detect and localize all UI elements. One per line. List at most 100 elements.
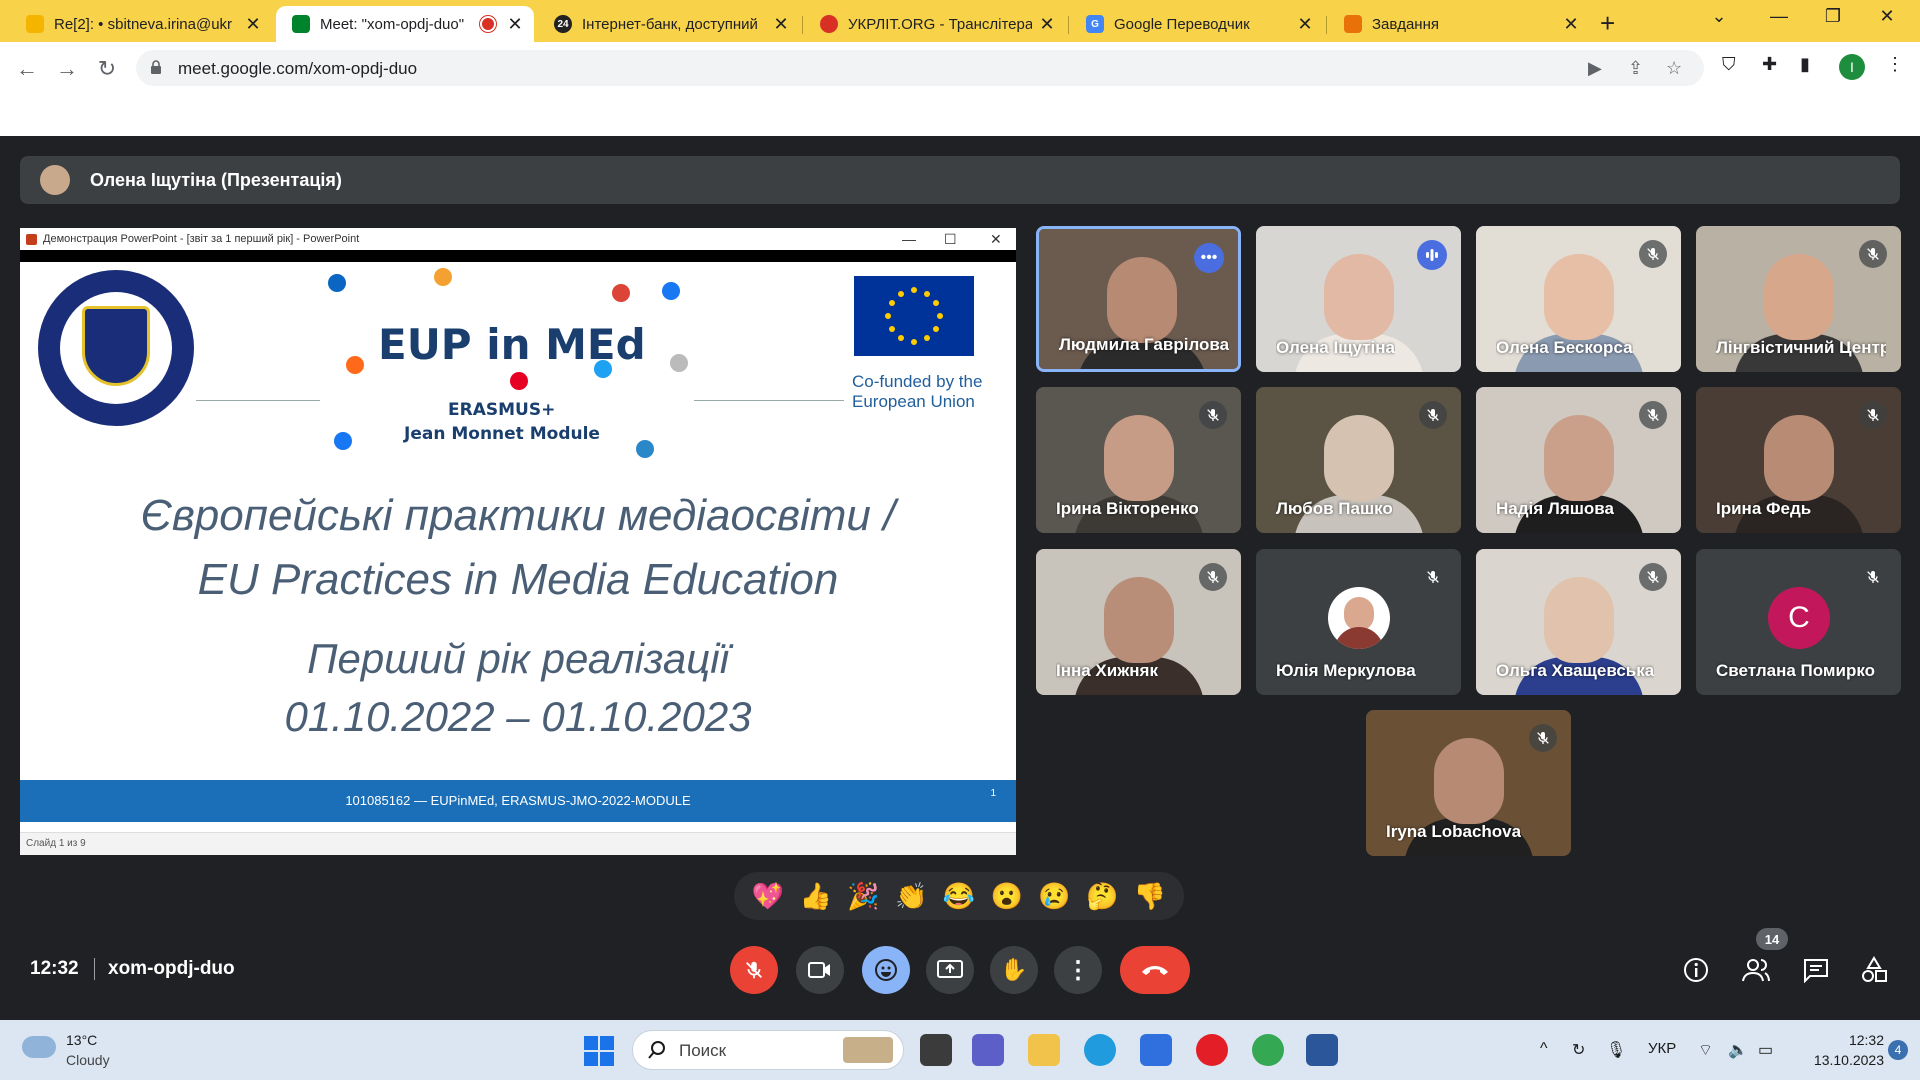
powerpoint-statusbar: Слайд 1 из 9 — [20, 832, 1016, 855]
reaction-surprised[interactable]: 😮 — [991, 881, 1023, 912]
raise-hand-button[interactable]: ✋ — [990, 946, 1038, 994]
reaction-thinking[interactable]: 🤔 — [1086, 881, 1118, 912]
wifi-icon[interactable]: ⌔ — [1698, 1040, 1713, 1060]
minimize-icon[interactable]: — — [1764, 6, 1794, 27]
opera-icon[interactable] — [1196, 1034, 1228, 1066]
reload-icon[interactable]: ↻ — [94, 56, 120, 82]
close-icon[interactable]: ✕ — [1562, 14, 1580, 35]
maximize-icon[interactable]: ❐ — [1818, 6, 1848, 27]
keyboard-language[interactable]: УКР — [1648, 1040, 1676, 1057]
windows-start-icon[interactable] — [584, 1036, 614, 1066]
reaction-thumbs-down[interactable]: 👎 — [1134, 881, 1166, 912]
tab-bank[interactable]: 24 Інтернет-банк, доступний ✕ — [538, 6, 800, 42]
chrome-icon[interactable] — [1252, 1034, 1284, 1066]
participant-tile[interactable]: Олена Іщутіна — [1256, 226, 1461, 372]
participant-tile[interactable]: C Светлана Помирко — [1696, 549, 1901, 695]
people-button[interactable] — [1740, 954, 1772, 986]
reaction-sad[interactable]: 😢 — [1038, 881, 1070, 912]
back-arrow-icon[interactable]: ← — [14, 56, 40, 82]
notification-count-badge[interactable]: 4 — [1888, 1040, 1908, 1060]
participant-tile[interactable]: Ольга Хващевська — [1476, 549, 1681, 695]
reactions-button[interactable] — [862, 946, 910, 994]
tab-tasks[interactable]: Завдання ✕ — [1328, 6, 1590, 42]
battery-icon[interactable]: ▭ — [1758, 1040, 1773, 1060]
cofunded-line-2: European Union — [852, 392, 975, 411]
participant-tile[interactable]: Юлія Меркулова — [1256, 549, 1461, 695]
search-highlight-image — [843, 1037, 893, 1063]
reaction-thumbs-up[interactable]: 👍 — [799, 881, 831, 912]
participant-name: Надія Ляшова — [1496, 499, 1614, 518]
chat-button[interactable] — [1800, 954, 1832, 986]
microphone-tray-icon[interactable]: 🎙 — [1606, 1040, 1626, 1060]
profile-avatar[interactable]: I — [1839, 54, 1865, 80]
apple-icon — [670, 354, 688, 372]
close-window-icon[interactable]: ✕ — [1872, 6, 1902, 27]
taskbar-date[interactable]: 13.10.2023 — [1796, 1052, 1884, 1068]
extensions-puzzle-icon[interactable]: ✚ — [1762, 54, 1777, 75]
tab-meet[interactable]: Meet: "xom-opdj-duo" ✕ — [276, 6, 534, 42]
mic-off-icon — [1199, 563, 1227, 591]
tab-ukrlit[interactable]: УКРЛІТ.ORG - Транслітера ✕ — [804, 6, 1066, 42]
camera-button[interactable] — [796, 946, 844, 994]
forward-arrow-icon[interactable]: → — [54, 56, 80, 82]
store-icon[interactable] — [1140, 1034, 1172, 1066]
participant-tile[interactable]: Інна Хижняк — [1036, 549, 1241, 695]
more-options-icon[interactable]: ••• — [1194, 243, 1224, 273]
show-hidden-icons-chevron-icon[interactable]: ^ — [1540, 1040, 1548, 1058]
participant-avatar: C — [1768, 587, 1830, 649]
pinterest-icon — [510, 372, 528, 390]
participant-tile[interactable]: Ірина Вікторенко — [1036, 387, 1241, 533]
close-icon[interactable]: ✕ — [244, 14, 262, 35]
shield-extension-icon[interactable]: ⛉ — [1722, 54, 1736, 75]
task-view-icon[interactable] — [920, 1034, 952, 1066]
participant-tile[interactable]: Людмила Гаврілова ••• — [1036, 226, 1241, 372]
taskbar-time[interactable]: 12:32 — [1830, 1032, 1884, 1048]
reaction-clap[interactable]: 👏 — [895, 881, 927, 912]
camera-icon[interactable]: ▶ — [1588, 58, 1602, 79]
file-explorer-icon[interactable] — [1028, 1034, 1060, 1066]
browser-menu-icon[interactable]: ⋮ — [1886, 54, 1904, 75]
volume-icon[interactable]: 🔈 — [1728, 1040, 1748, 1060]
share-icon[interactable]: ⇪ — [1628, 58, 1643, 79]
activities-button[interactable] — [1858, 954, 1890, 986]
new-tab-plus-icon[interactable]: + — [1600, 8, 1615, 39]
side-panel-icon[interactable]: ▮ — [1800, 54, 1810, 75]
participant-tile[interactable]: Олена Бескорса — [1476, 226, 1681, 372]
close-icon[interactable]: ✕ — [1296, 14, 1314, 35]
cloudy-weather-icon — [22, 1036, 56, 1058]
tab-translate[interactable]: G Google Переводчик ✕ — [1070, 6, 1324, 42]
mic-off-icon — [1859, 240, 1887, 268]
tab-title: УКРЛІТ.ORG - Транслітера — [848, 15, 1032, 33]
lock-icon — [151, 60, 161, 74]
close-icon[interactable]: ✕ — [772, 14, 790, 35]
reaction-party[interactable]: 🎉 — [847, 881, 879, 912]
tab-search-chevron-icon[interactable]: ⌄ — [1704, 6, 1734, 27]
close-icon[interactable]: ✕ — [506, 14, 524, 35]
participant-tile[interactable]: Надія Ляшова — [1476, 387, 1681, 533]
teams-chat-icon[interactable] — [972, 1034, 1004, 1066]
microphone-off-button[interactable] — [730, 946, 778, 994]
recording-icon — [480, 16, 496, 32]
close-icon[interactable]: ✕ — [1038, 14, 1056, 35]
leave-call-button[interactable] — [1120, 946, 1190, 994]
participant-tile[interactable]: Лінгвістичний Центр — [1696, 226, 1901, 372]
present-screen-button[interactable] — [926, 946, 974, 994]
meeting-clock: 12:32 — [30, 958, 79, 979]
reaction-laugh[interactable]: 😂 — [943, 881, 975, 912]
tab-mail[interactable]: Re[2]: • sbitneva.irina@ukr ✕ — [10, 6, 272, 42]
reaction-heart[interactable]: 💖 — [752, 881, 784, 912]
meeting-details-button[interactable] — [1680, 954, 1712, 986]
bookmark-star-icon[interactable]: ☆ — [1666, 58, 1682, 79]
logo-erasmus: ERASMUS+ — [448, 400, 556, 420]
participant-tile[interactable]: Iryna Lobachova — [1366, 710, 1571, 856]
word-icon[interactable] — [1306, 1034, 1338, 1066]
more-options-button[interactable]: ⋮ — [1054, 946, 1102, 994]
edge-icon[interactable] — [1084, 1034, 1116, 1066]
participant-tile[interactable]: Любов Пашко — [1256, 387, 1461, 533]
sync-icon[interactable]: ↻ — [1572, 1040, 1585, 1060]
weather-condition[interactable]: Cloudy — [66, 1052, 110, 1068]
weather-temperature[interactable]: 13°C — [66, 1032, 97, 1048]
participant-tile[interactable]: Ірина Федь — [1696, 387, 1901, 533]
taskbar-search[interactable]: Поиск — [632, 1030, 904, 1070]
address-bar[interactable]: meet.google.com/xom-opdj-duo ▶ ⇪ ☆ — [136, 50, 1704, 86]
